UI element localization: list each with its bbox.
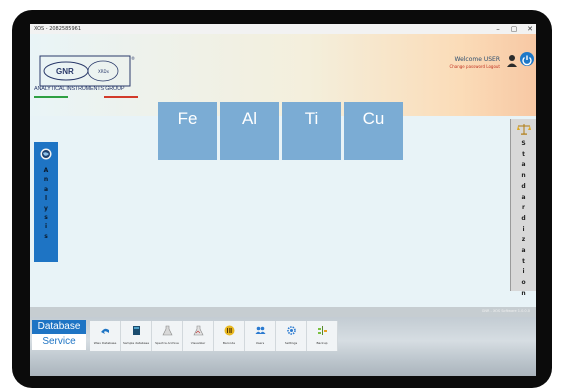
- analysis-tab[interactable]: A n a l y s i s: [34, 142, 58, 262]
- tool-label: Barcode: [222, 341, 236, 345]
- analysis-letter: y: [44, 204, 48, 212]
- service-mode-tab[interactable]: Service: [32, 334, 86, 350]
- welcome-text: Welcome USER: [454, 56, 500, 63]
- tool-label: Backup: [316, 341, 328, 345]
- svg-text:XRDx: XRDx: [98, 69, 110, 74]
- element-tile-ti[interactable]: Ti: [282, 102, 341, 160]
- globe-icon: [40, 148, 52, 160]
- analysis-letter: l: [44, 195, 48, 203]
- analysis-letter: i: [44, 223, 48, 231]
- standardization-letter: t: [522, 257, 525, 265]
- maximize-button[interactable]: ▢: [510, 24, 518, 34]
- visualizer-button[interactable]: Visualizer: [183, 321, 214, 351]
- window-controls: – ▢ ✕: [494, 24, 534, 34]
- standardization-letter: S: [521, 140, 526, 147]
- book-icon: [133, 326, 140, 335]
- element-tile-fe[interactable]: Fe: [158, 102, 217, 160]
- tool-label: Users: [255, 341, 265, 345]
- standardization-letter: i: [522, 225, 525, 233]
- standardization-letter: t: [522, 150, 525, 158]
- backup-button[interactable]: Backup: [307, 321, 338, 351]
- standardization-letter: a: [521, 247, 526, 255]
- flask-icon: [162, 325, 173, 336]
- analysis-letter: n: [43, 176, 49, 184]
- close-button[interactable]: ✕: [526, 24, 534, 34]
- database-toolbar: Wiev Database Sample database Spectra Ar…: [90, 321, 338, 351]
- brand-stripe-green: [34, 96, 68, 98]
- gear-icon: [287, 326, 296, 335]
- tool-label: Visualizer: [190, 341, 206, 345]
- app-window: XOS - 2082585961 – ▢ ✕ XRDx ® GNR ANALYT…: [30, 24, 536, 376]
- standardization-letter: r: [522, 204, 525, 212]
- users-icon: [255, 326, 266, 334]
- standardization-letter: d: [521, 214, 526, 222]
- element-tile-al[interactable]: Al: [220, 102, 279, 160]
- barcode-icon: [224, 325, 235, 336]
- spectra-archive-button[interactable]: Spectra Archive: [152, 321, 183, 351]
- database-mode-tab[interactable]: Database: [32, 320, 86, 334]
- standardization-letter: z: [521, 236, 526, 244]
- standardization-letter: d: [521, 182, 526, 190]
- tree-icon: [318, 326, 327, 335]
- analysis-letter: a: [43, 185, 49, 193]
- user-icon[interactable]: [506, 54, 518, 68]
- analysis-letter: A: [43, 167, 49, 174]
- power-icon[interactable]: [520, 52, 534, 66]
- brand-stripe-red: [104, 96, 138, 98]
- element-tiles: Fe Al Ti Cu: [158, 102, 403, 160]
- view-database-button[interactable]: Wiev Database: [90, 321, 121, 351]
- analysis-letter: s: [44, 232, 48, 240]
- standardization-tab[interactable]: S t a n d a r d i z a t i o n: [510, 119, 536, 297]
- analysis-label: A n a l y s i s: [34, 166, 58, 241]
- title-bar: XOS - 2082585961 – ▢ ✕: [30, 24, 536, 34]
- chart-icon: [193, 325, 204, 336]
- sample-database-button[interactable]: Sample database: [121, 321, 152, 351]
- analysis-letter: s: [44, 214, 48, 222]
- standardization-letter: i: [522, 268, 525, 276]
- settings-button[interactable]: Settings: [276, 321, 307, 351]
- tool-label: Wiev Database: [93, 341, 117, 345]
- back-arrow-icon: [101, 328, 109, 334]
- logo-text: GNR: [56, 67, 74, 76]
- window-title: XOS - 2082585961: [34, 26, 82, 32]
- account-links[interactable]: Change password Logout: [449, 64, 500, 69]
- bottom-panel: Database Service Wiev Database Sample da…: [30, 317, 536, 376]
- standardization-letter: a: [521, 161, 526, 169]
- barcode-button[interactable]: Barcode: [214, 321, 245, 351]
- standardization-label: S t a n d a r d i z a t i o n: [511, 139, 536, 300]
- status-bar: GNR - XOS Software 1.0.0.0: [30, 307, 536, 317]
- gnr-logo: XRDx ®: [39, 55, 135, 87]
- standardization-letter: o: [521, 279, 526, 287]
- minimize-button[interactable]: –: [494, 24, 502, 34]
- tool-label: Sample database: [122, 341, 150, 345]
- svg-text:®: ®: [131, 56, 135, 61]
- brand-group-name: ANALYTICAL INSTRUMENTS GROUP: [34, 86, 125, 92]
- standardization-letter: n: [521, 289, 526, 297]
- element-tile-cu[interactable]: Cu: [344, 102, 403, 160]
- standardization-letter: n: [521, 172, 526, 180]
- balance-scale-icon: [517, 124, 531, 135]
- status-text: GNR - XOS Software 1.0.0.0: [481, 309, 530, 313]
- standardization-letter: a: [521, 193, 526, 201]
- tool-label: Spectra Archive: [155, 341, 179, 345]
- users-button[interactable]: Users: [245, 321, 276, 351]
- tool-label: Settings: [284, 341, 298, 345]
